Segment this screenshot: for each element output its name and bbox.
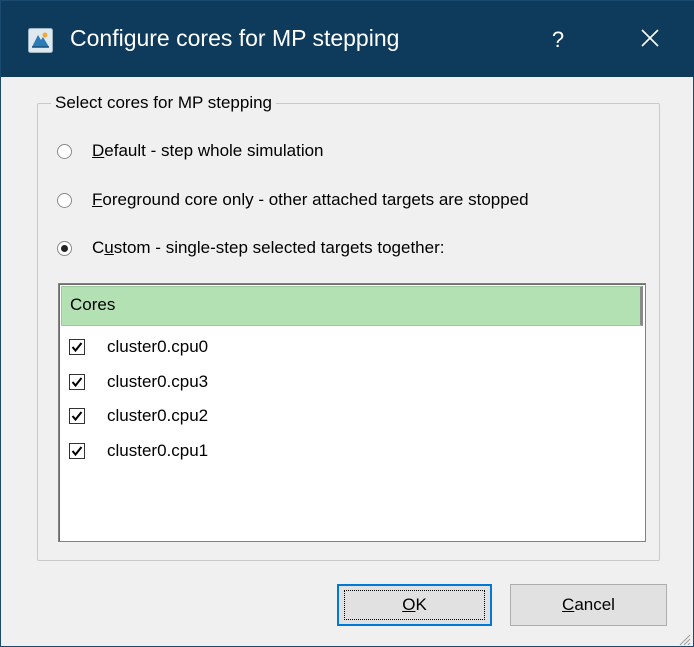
- check-icon: [71, 411, 83, 422]
- help-button[interactable]: ?: [526, 9, 590, 71]
- core-checkbox-2[interactable]: [69, 408, 85, 424]
- core-item-2[interactable]: cluster0.cpu2: [69, 406, 208, 426]
- core-checkbox-3[interactable]: [69, 443, 85, 459]
- radio-foreground[interactable]: Foreground core only - other attached ta…: [57, 190, 529, 210]
- radio-custom[interactable]: Custom - single-step selected targets to…: [57, 238, 444, 258]
- radio-custom-label: Custom - single-step selected targets to…: [92, 238, 445, 257]
- radio-foreground-label: Foreground core only - other attached ta…: [92, 190, 529, 209]
- cancel-button[interactable]: Cancel: [510, 584, 667, 626]
- radio-custom-button[interactable]: [57, 240, 72, 256]
- ok-button[interactable]: OK: [337, 584, 492, 626]
- groupbox-title: Select cores for MP stepping: [51, 93, 277, 113]
- resize-grip-icon[interactable]: [677, 630, 691, 646]
- check-icon: [71, 342, 83, 353]
- radio-default-button[interactable]: [57, 143, 72, 159]
- close-button[interactable]: [618, 9, 682, 71]
- core-checkbox-0[interactable]: [69, 339, 85, 355]
- check-icon: [71, 377, 83, 388]
- core-item-1[interactable]: cluster0.cpu3: [69, 372, 208, 392]
- cores-column-header[interactable]: Cores: [61, 286, 643, 326]
- core-label: cluster0.cpu1: [107, 441, 209, 460]
- radio-foreground-button[interactable]: [57, 192, 72, 208]
- core-label: cluster0.cpu3: [107, 372, 209, 391]
- core-item-3[interactable]: cluster0.cpu1: [69, 441, 208, 461]
- core-item-0[interactable]: cluster0.cpu0: [69, 337, 208, 357]
- radio-default[interactable]: Default - step whole simulation: [57, 141, 324, 161]
- cores-list[interactable]: Cores cluster0.cpu0 cluster0.cpu3 cluste…: [58, 283, 646, 542]
- radio-default-label: Default - step whole simulation: [92, 141, 324, 160]
- title-bar[interactable]: Configure cores for MP stepping ?: [1, 1, 694, 77]
- check-icon: [71, 446, 83, 457]
- core-label: cluster0.cpu0: [107, 337, 209, 356]
- core-checkbox-1[interactable]: [69, 374, 85, 390]
- close-icon: [641, 28, 659, 52]
- core-label: cluster0.cpu2: [107, 406, 209, 425]
- dialog-window: Configure cores for MP stepping ? Select…: [0, 0, 694, 647]
- app-icon: [28, 28, 53, 53]
- window-title: Configure cores for MP stepping: [70, 25, 400, 51]
